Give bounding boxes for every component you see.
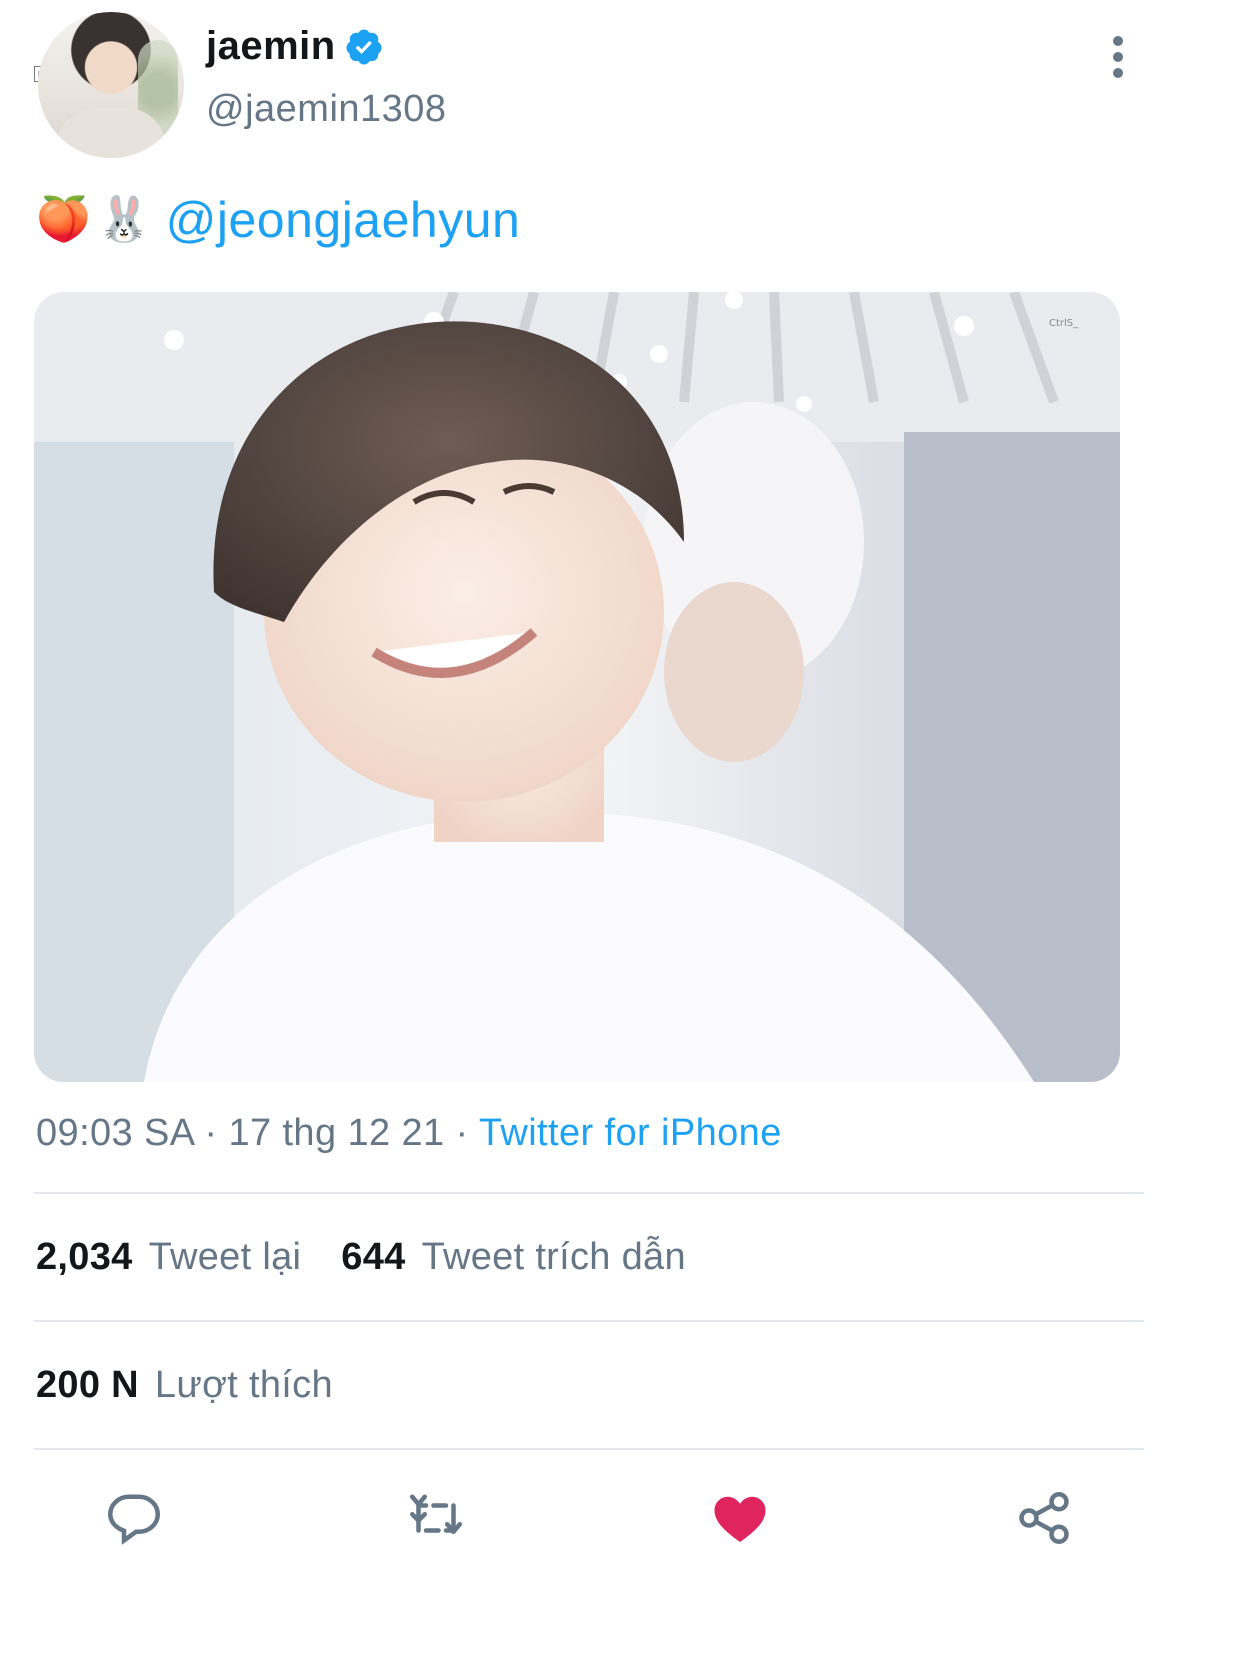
user-handle[interactable]: @jaemin1308 bbox=[206, 88, 447, 131]
avatar-shirt bbox=[56, 108, 166, 158]
divider bbox=[34, 1192, 1144, 1194]
retweet-stats-row: 2,034 Tweet lại 644 Tweet trích dẫn bbox=[36, 1236, 686, 1279]
retweet-icon[interactable] bbox=[406, 1488, 466, 1548]
mention-link[interactable]: @jeongjaehyun bbox=[166, 191, 521, 249]
photo-watermark: CtrlS_ bbox=[1049, 318, 1079, 329]
heart-icon[interactable] bbox=[710, 1488, 770, 1548]
divider bbox=[34, 1448, 1144, 1450]
avatar[interactable] bbox=[38, 12, 184, 158]
verified-badge-icon bbox=[346, 29, 382, 64]
tweet-source-link[interactable]: Twitter for iPhone bbox=[479, 1112, 782, 1154]
photo-illustration: CtrlS_ bbox=[34, 292, 1120, 1082]
quotes-count: 644 bbox=[341, 1236, 406, 1278]
meta-separator: · bbox=[193, 1112, 229, 1154]
retweets-label: Tweet lại bbox=[148, 1236, 302, 1278]
name-row: jaemin bbox=[206, 24, 384, 69]
action-bar bbox=[0, 1488, 1242, 1548]
quotes-stat[interactable]: 644 Tweet trích dẫn bbox=[341, 1236, 686, 1279]
tweet-photo[interactable]: CtrlS_ bbox=[34, 292, 1120, 1082]
reply-icon[interactable] bbox=[104, 1488, 164, 1548]
likes-stat[interactable]: 200 N Lượt thích bbox=[36, 1364, 333, 1407]
likes-count: 200 N bbox=[36, 1364, 139, 1406]
rabbit-emoji: 🐰 bbox=[96, 195, 152, 244]
likes-label: Lượt thích bbox=[154, 1364, 333, 1406]
tweet-date: 17 thg 12 21 bbox=[228, 1112, 445, 1154]
divider bbox=[34, 1320, 1144, 1322]
peach-emoji: 🍑 bbox=[36, 195, 91, 244]
likes-stats-row: 200 N Lượt thích bbox=[36, 1364, 333, 1407]
quotes-label: Tweet trích dẫn bbox=[421, 1236, 686, 1278]
tweet-text: 🍑 🐰 @jeongjaehyun bbox=[36, 190, 520, 250]
more-options-icon[interactable] bbox=[1106, 36, 1130, 80]
display-name[interactable]: jaemin bbox=[206, 24, 336, 69]
tweet-meta: 09:03 SA · 17 thg 12 21 · Twitter for iP… bbox=[36, 1112, 782, 1155]
retweets-count: 2,034 bbox=[36, 1236, 133, 1278]
share-icon[interactable] bbox=[1014, 1488, 1074, 1548]
meta-separator-2: · bbox=[444, 1112, 479, 1154]
retweets-stat[interactable]: 2,034 Tweet lại bbox=[36, 1236, 301, 1279]
tweet-time: 09:03 SA bbox=[36, 1112, 194, 1154]
